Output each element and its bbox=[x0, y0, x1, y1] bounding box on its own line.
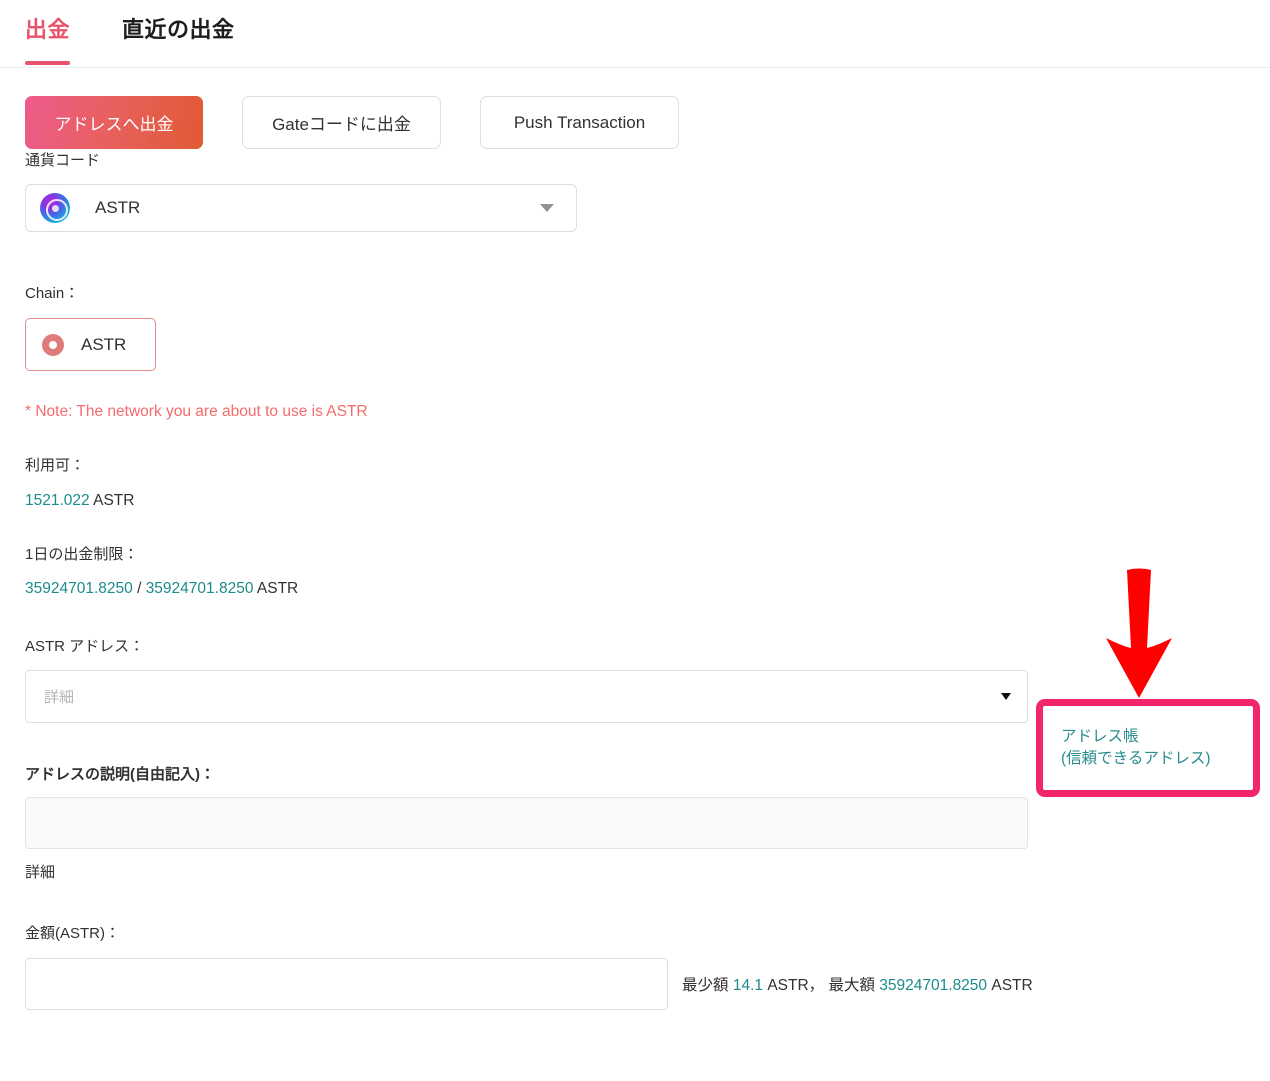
withdraw-form: 通貨コード ASTR Chain： ASTR * Note: The netwo… bbox=[0, 149, 1270, 1010]
amount-row: 最少額 14.1 ASTR， 最大額 35924701.8250 ASTR bbox=[25, 958, 1270, 1010]
daily-limit-unit: ASTR bbox=[256, 580, 299, 597]
amount-max-value: 35924701.8250 bbox=[879, 977, 988, 994]
available-balance-label: 利用可： bbox=[25, 457, 86, 474]
available-balance-value: 1521.022 ASTR bbox=[25, 492, 1270, 510]
astr-coin-icon bbox=[40, 193, 70, 223]
available-balance-unit: ASTR bbox=[93, 491, 135, 509]
chain-label: Chain： bbox=[25, 285, 80, 302]
available-balance-number: 1521.022 bbox=[25, 491, 90, 509]
chevron-down-icon[interactable] bbox=[1001, 693, 1011, 700]
address-description-help: 詳細 bbox=[25, 864, 56, 881]
amount-input[interactable] bbox=[25, 958, 668, 1010]
network-note: * Note: The network you are about to use… bbox=[25, 403, 368, 420]
address-book-link-text: アドレス帳 (信頼できるアドレス) bbox=[1043, 726, 1211, 771]
address-field-label: ASTR アドレス： bbox=[25, 638, 145, 655]
amount-limits-hint: 最少額 14.1 ASTR， 最大額 35924701.8250 ASTR bbox=[682, 973, 1033, 995]
amount-max-label: 最大額 bbox=[828, 977, 875, 994]
daily-limit-value: 35924701.8250 / 35924701.8250 ASTR bbox=[25, 580, 1270, 598]
amount-min-label: 最少額 bbox=[682, 977, 729, 994]
tab-active-underline bbox=[25, 61, 71, 65]
tab-withdraw-label: 出金 bbox=[25, 17, 71, 42]
address-input-placeholder: 詳細 bbox=[44, 689, 75, 706]
address-description-input[interactable] bbox=[25, 797, 1028, 849]
daily-limit-used: 35924701.8250 bbox=[25, 580, 133, 597]
tab-recent-withdrawals-label: 直近の出金 bbox=[122, 17, 235, 42]
currency-select[interactable]: ASTR bbox=[25, 184, 577, 232]
address-book-line1: アドレス帳 bbox=[1061, 727, 1139, 745]
amount-field-label: 金額(ASTR)： bbox=[25, 925, 120, 942]
address-book-line2: (信頼できるアドレス) bbox=[1061, 750, 1211, 767]
withdraw-to-gate-code-button[interactable]: Gateコードに出金 bbox=[242, 96, 441, 149]
amount-min-unit: ASTR， bbox=[767, 977, 825, 994]
chain-option-astr[interactable]: ASTR bbox=[25, 318, 156, 371]
tab-withdraw[interactable]: 出金 bbox=[25, 0, 71, 65]
amount-max-unit: ASTR bbox=[991, 977, 1033, 994]
withdraw-to-address-button[interactable]: アドレスへ出金 bbox=[25, 96, 203, 149]
push-transaction-button[interactable]: Push Transaction bbox=[480, 96, 679, 149]
available-balance-block: 利用可： 1521.022 ASTR bbox=[25, 457, 1270, 510]
chevron-down-icon bbox=[540, 204, 554, 212]
currency-select-value: ASTR bbox=[95, 198, 141, 217]
tab-bar: 出金 直近の出金 bbox=[0, 0, 1270, 68]
daily-limit-separator: / bbox=[132, 580, 146, 597]
daily-limit-label: 1日の出金制限： bbox=[25, 545, 139, 563]
tab-recent-withdrawals[interactable]: 直近の出金 bbox=[122, 0, 235, 44]
address-book-link[interactable]: アドレス帳 (信頼できるアドレス) bbox=[1036, 699, 1260, 797]
currency-code-label: 通貨コード bbox=[25, 152, 101, 169]
address-input[interactable]: 詳細 bbox=[25, 670, 1028, 723]
amount-min-value: 14.1 bbox=[732, 977, 763, 994]
chain-option-label: ASTR bbox=[81, 334, 127, 354]
daily-limit-total: 35924701.8250 bbox=[145, 580, 254, 597]
withdraw-method-button-group: アドレスへ出金 Gateコードに出金 Push Transaction bbox=[0, 68, 1270, 149]
daily-limit-block: 1日の出金制限： 35924701.8250 / 35924701.8250 A… bbox=[25, 545, 1270, 599]
radio-selected-icon bbox=[42, 333, 64, 356]
